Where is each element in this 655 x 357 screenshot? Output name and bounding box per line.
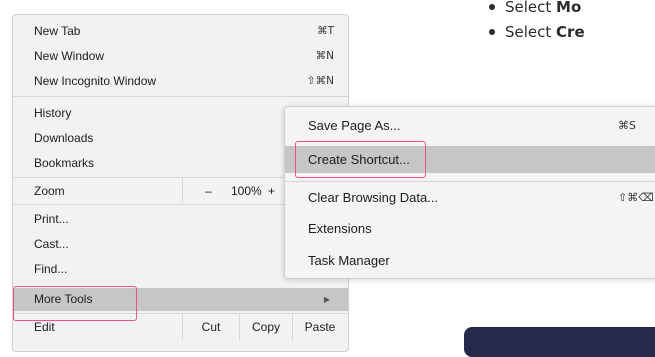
menu-item-label: Clear Browsing Data... [308, 190, 439, 205]
menu-item-label: Save Page As... [308, 118, 401, 133]
menu-item-label: Task Manager [308, 253, 390, 268]
menu-item-label: New Tab [34, 24, 81, 38]
bullet-icon [489, 28, 495, 35]
menu-item-save-page-as[interactable]: Save Page As... ⌘S [285, 114, 655, 138]
cta-button[interactable] [464, 327, 655, 357]
zoom-in-button[interactable]: + [268, 181, 275, 201]
instruction-bold: Mo [556, 0, 582, 16]
copy-button[interactable]: Copy [240, 317, 292, 337]
menu-item-new-window[interactable]: New Window ⌘N [13, 46, 348, 66]
menu-item-label: Find... [34, 262, 68, 276]
menu-item-label: Print... [34, 212, 69, 226]
cut-button[interactable]: Cut [183, 317, 239, 337]
submenu-arrow-icon: ▶ [323, 295, 330, 304]
menu-separator [285, 181, 655, 182]
zoom-divider [182, 177, 183, 203]
menu-item-label: Zoom [34, 184, 65, 198]
menu-item-label: History [34, 106, 72, 120]
menu-item-edit: Edit Cut Copy Paste [13, 313, 348, 340]
menu-item-label: Bookmarks [34, 156, 95, 170]
zoom-level: 100% [231, 184, 262, 198]
menu-item-new-tab[interactable]: New Tab ⌘T [13, 21, 348, 41]
instruction-prefix: Select [505, 23, 557, 41]
menu-separator [13, 313, 348, 314]
more-tools-submenu: Save Page As... ⌘S Create Shortcut... Cl… [284, 106, 655, 279]
instruction-prefix: Select [505, 0, 557, 16]
zoom-out-button[interactable]: – [205, 181, 212, 201]
menu-item-task-manager[interactable]: Task Manager [285, 249, 655, 273]
menu-item-clear-browsing-data[interactable]: Clear Browsing Data... ⇧⌘⌫ [285, 186, 655, 210]
instruction-list: Select Mo Select Cre [487, 0, 585, 45]
bullet-icon [489, 3, 495, 10]
menu-item-new-incognito-window[interactable]: New Incognito Window ⇧⌘N [13, 71, 348, 91]
menu-item-label: Edit [34, 320, 55, 334]
shortcut-label: ⌘T [317, 25, 334, 37]
menu-item-extensions[interactable]: Extensions [285, 217, 655, 241]
menu-item-label: Cast... [34, 237, 69, 251]
menu-separator [13, 96, 348, 97]
shortcut-label: ⌘N [315, 50, 334, 62]
instruction-item: Select Cre [487, 20, 585, 45]
menu-item-label: New Window [34, 49, 105, 63]
menu-item-label: More Tools [34, 292, 93, 306]
shortcut-label: ⇧⌘N [306, 75, 334, 87]
menu-item-label: New Incognito Window [34, 74, 157, 88]
menu-item-create-shortcut[interactable]: Create Shortcut... [285, 146, 655, 173]
menu-item-label: Create Shortcut... [308, 152, 410, 167]
shortcut-label: ⇧⌘⌫ [618, 191, 654, 204]
menu-item-label: Downloads [34, 131, 94, 145]
paste-button[interactable]: Paste [293, 317, 347, 337]
menu-item-more-tools[interactable]: More Tools ▶ [13, 288, 348, 311]
instruction-bold: Cre [556, 23, 585, 41]
menu-item-label: Extensions [308, 221, 372, 236]
shortcut-label: ⌘S [618, 119, 636, 132]
instruction-item: Select Mo [487, 0, 585, 20]
